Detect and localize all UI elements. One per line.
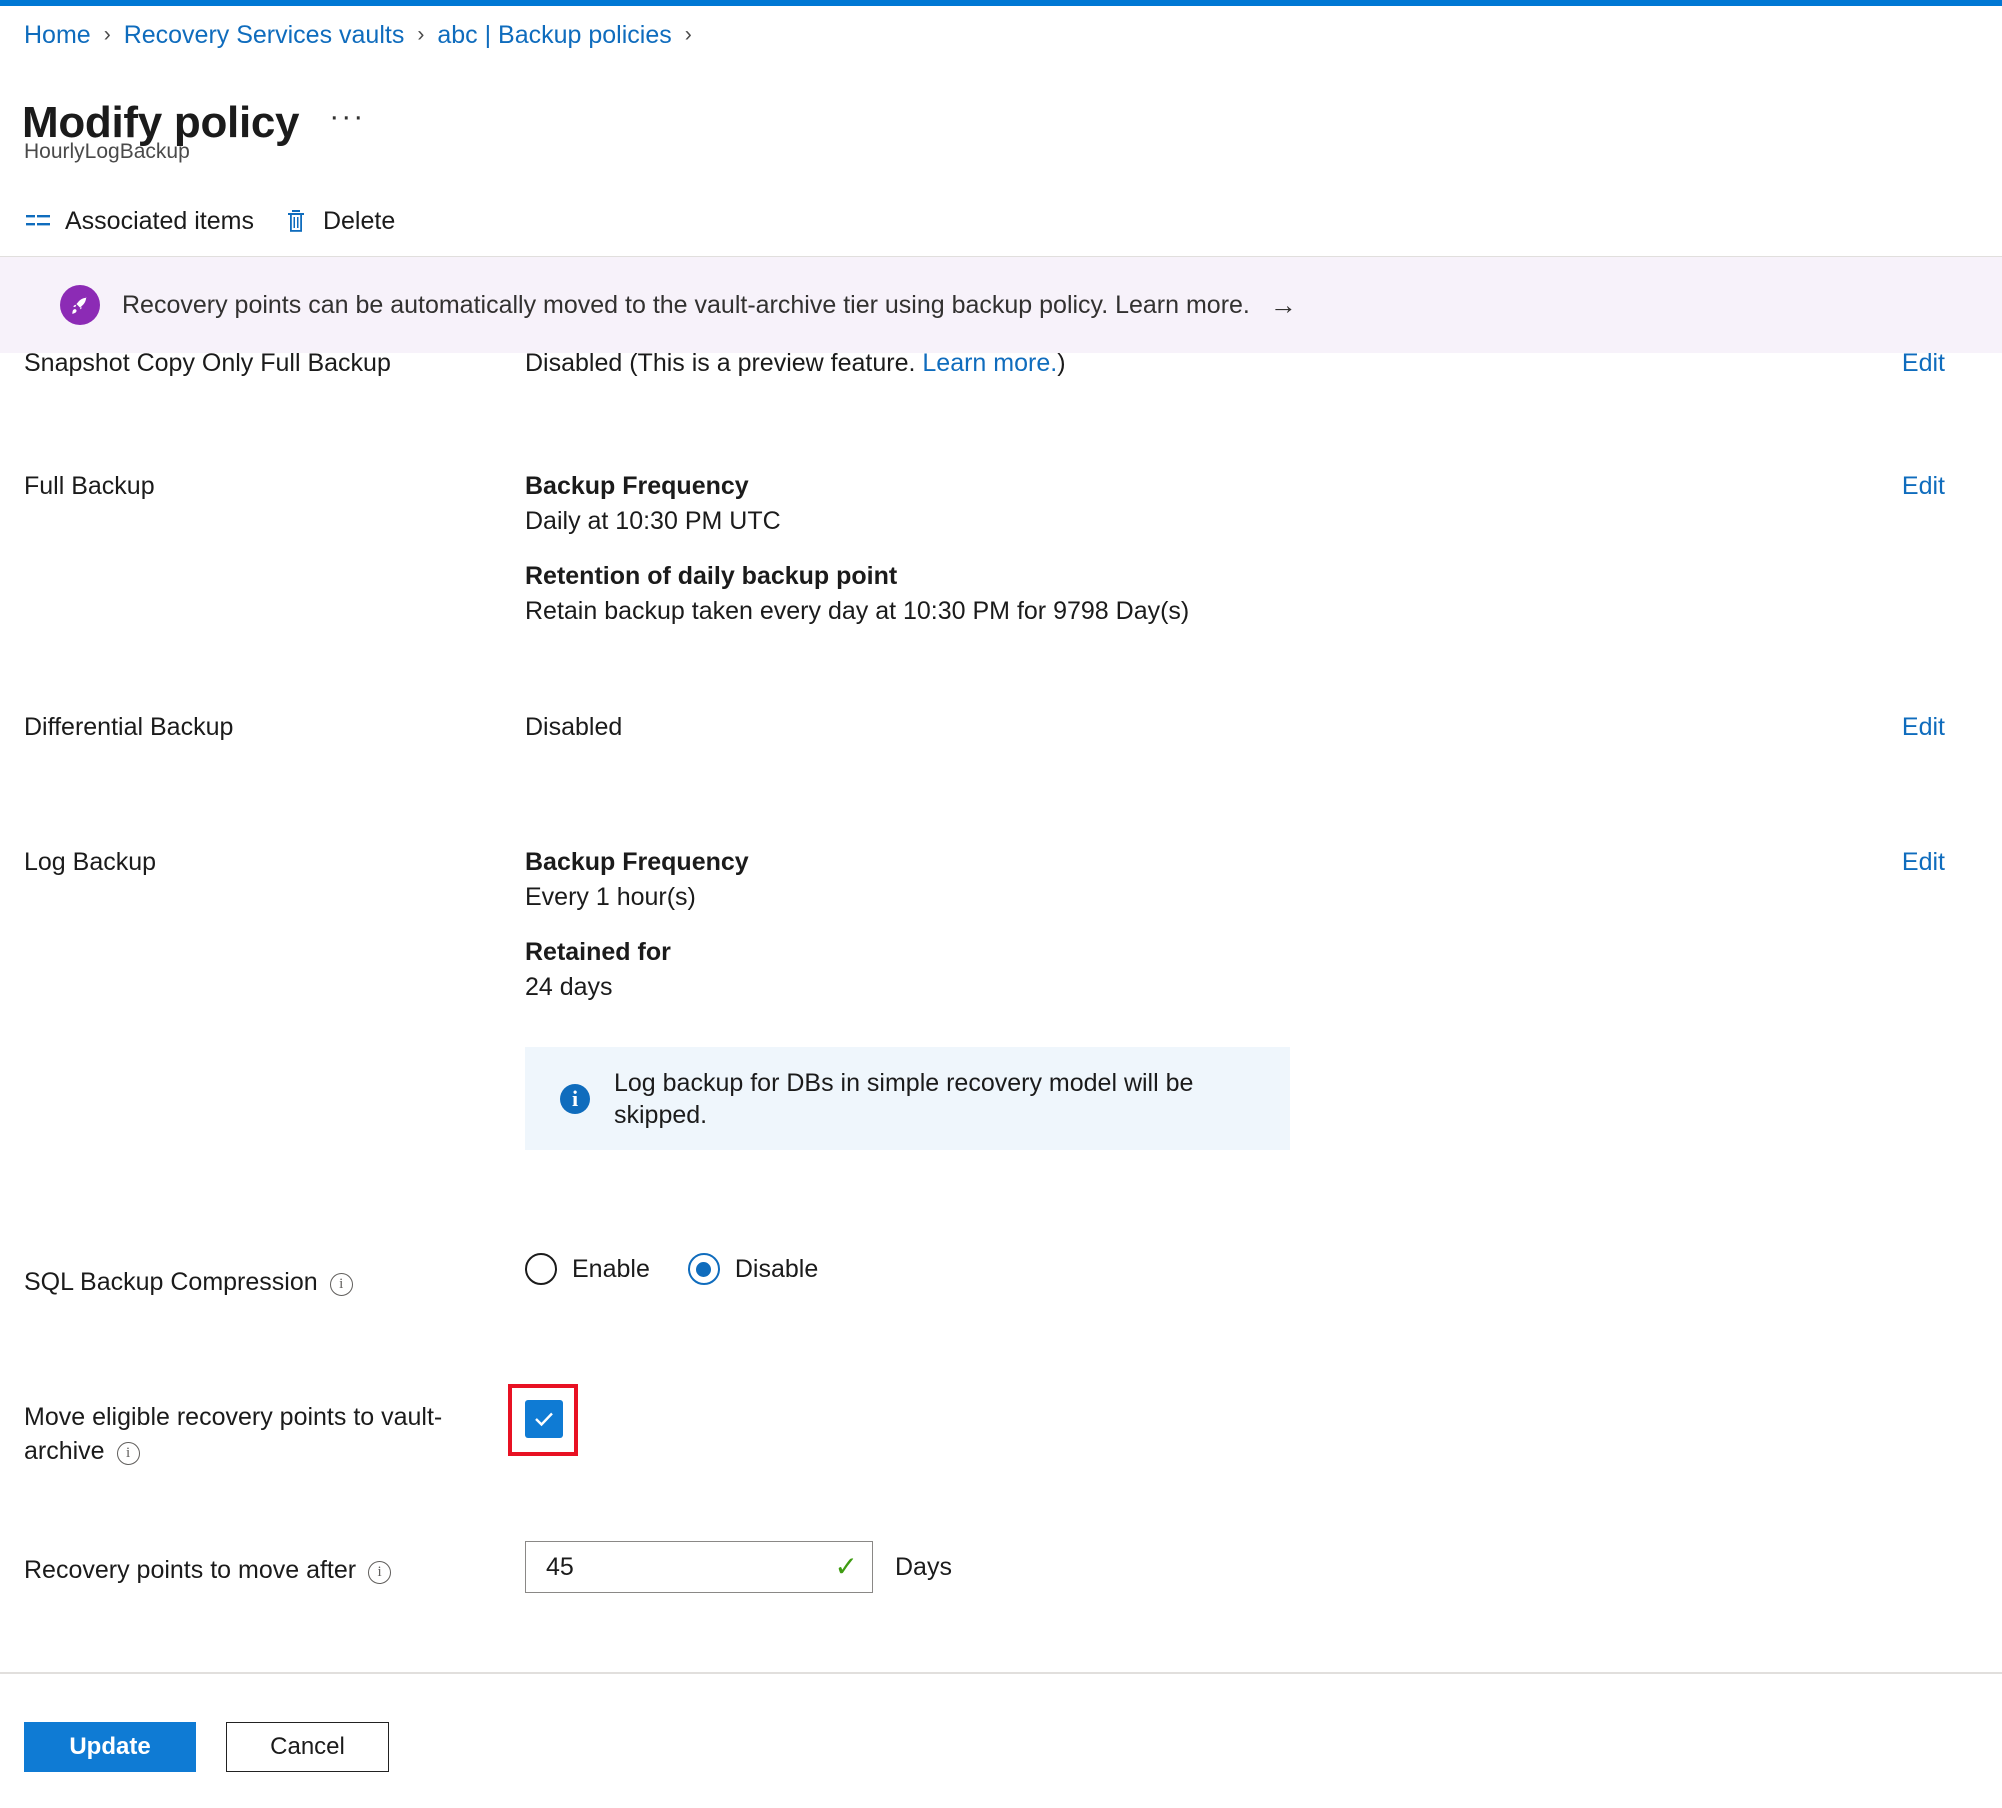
page-subtitle: HourlyLogBackup — [24, 140, 190, 163]
edit-link-full-backup[interactable]: Edit — [1902, 469, 1945, 503]
row-label: Log Backup — [24, 848, 157, 876]
radio-label-disable: Disable — [734, 1255, 819, 1283]
sql-compression-label: SQL Backup Compression i — [24, 1265, 494, 1299]
vault-archive-label-text: Move eligible recovery points to vault-a… — [24, 1403, 443, 1465]
command-bar: Associated items Delete — [24, 198, 423, 244]
full-backup-frequency-value: Daily at 10:30 PM UTC — [525, 507, 781, 535]
move-after-field-wrap: ✓ Days — [525, 1541, 952, 1593]
info-circle-icon[interactable]: i — [329, 1272, 353, 1296]
row-label: Full Backup — [24, 472, 155, 500]
log-backup-frequency-heading: Backup Frequency — [525, 848, 749, 876]
arrow-right-icon[interactable]: → — [1270, 290, 1297, 320]
snapshot-value-prefix: Disabled (This is a preview feature. — [525, 349, 923, 377]
promo-banner-text: Recovery points can be automatically mov… — [122, 291, 1250, 319]
breadcrumb-item-recovery-services-vaults[interactable]: Recovery Services vaults — [124, 18, 405, 52]
move-after-field[interactable]: ✓ — [525, 1541, 873, 1593]
breadcrumb-separator: › — [103, 23, 111, 46]
sql-compression-label-text: SQL Backup Compression — [24, 1268, 318, 1296]
info-box-text: Log backup for DBs in simple recovery mo… — [614, 1068, 1194, 1129]
list-icon — [24, 207, 52, 235]
footer-divider — [0, 1672, 2002, 1674]
more-options-icon[interactable]: ··· — [329, 102, 365, 138]
row-label: Differential Backup — [24, 713, 234, 741]
radio-circle-disable — [687, 1253, 720, 1285]
radio-label-enable: Enable — [572, 1255, 650, 1283]
breadcrumb-separator: › — [684, 23, 692, 46]
top-accent-bar — [0, 0, 2002, 6]
move-after-unit: Days — [895, 1553, 952, 1581]
full-backup-retention-value: Retain backup taken every day at 10:30 P… — [525, 597, 1190, 625]
row-value: Backup Frequency Every 1 hour(s) Retaine… — [525, 845, 1825, 1005]
breadcrumb-separator: › — [417, 23, 425, 46]
associated-items-label: Associated items — [65, 207, 254, 235]
info-circle-icon[interactable]: i — [116, 1441, 140, 1465]
radio-circle-enable — [525, 1253, 557, 1285]
edit-link-log-backup[interactable]: Edit — [1902, 845, 1945, 879]
delete-button[interactable]: Delete — [282, 198, 395, 244]
move-after-label: Recovery points to move after i — [24, 1553, 494, 1587]
vault-archive-label: Move eligible recovery points to vault-a… — [24, 1400, 494, 1468]
footer-actions: Update Cancel — [24, 1722, 389, 1772]
log-backup-retained-heading: Retained for — [525, 938, 671, 966]
breadcrumb-item-backup-policies[interactable]: abc | Backup policies — [437, 18, 671, 52]
trash-icon — [282, 207, 310, 235]
update-button[interactable]: Update — [24, 1722, 196, 1772]
move-after-label-text: Recovery points to move after — [24, 1556, 357, 1584]
breadcrumb-item-home[interactable]: Home — [24, 18, 91, 52]
check-icon: ✓ — [834, 1551, 858, 1582]
snapshot-learn-more-link[interactable]: Learn more. — [922, 349, 1057, 377]
info-circle-icon[interactable]: i — [368, 1560, 392, 1584]
vault-archive-promo-banner: Recovery points can be automatically mov… — [0, 257, 2002, 353]
radio-option-disable[interactable]: Disable — [687, 1253, 819, 1285]
radio-option-enable[interactable]: Enable — [525, 1253, 650, 1285]
log-backup-info-box: i Log backup for DBs in simple recovery … — [525, 1047, 1290, 1150]
full-backup-retention-heading: Retention of daily backup point — [525, 562, 898, 590]
delete-label: Delete — [322, 207, 396, 235]
log-backup-retained-value: 24 days — [525, 973, 613, 1001]
full-backup-frequency-heading: Backup Frequency — [525, 472, 749, 500]
row-value: Backup Frequency Daily at 10:30 PM UTC R… — [525, 469, 1825, 629]
info-icon: i — [560, 1083, 590, 1114]
snapshot-value-suffix: ) — [1057, 349, 1066, 377]
check-icon — [535, 1412, 553, 1427]
edit-link-differential-backup[interactable]: Edit — [1902, 710, 1945, 744]
sql-compression-radio-group: Enable Disable — [525, 1253, 856, 1285]
log-backup-frequency-value: Every 1 hour(s) — [525, 883, 696, 911]
associated-items-button[interactable]: Associated items — [24, 198, 254, 244]
vault-archive-checkbox[interactable] — [525, 1400, 563, 1438]
radio-dot — [696, 1261, 712, 1277]
cancel-button[interactable]: Cancel — [226, 1722, 389, 1772]
row-value: Disabled — [525, 713, 623, 741]
rocket-icon — [60, 285, 100, 325]
breadcrumb: Home › Recovery Services vaults › abc | … — [24, 18, 705, 52]
move-after-input[interactable] — [544, 1550, 829, 1584]
